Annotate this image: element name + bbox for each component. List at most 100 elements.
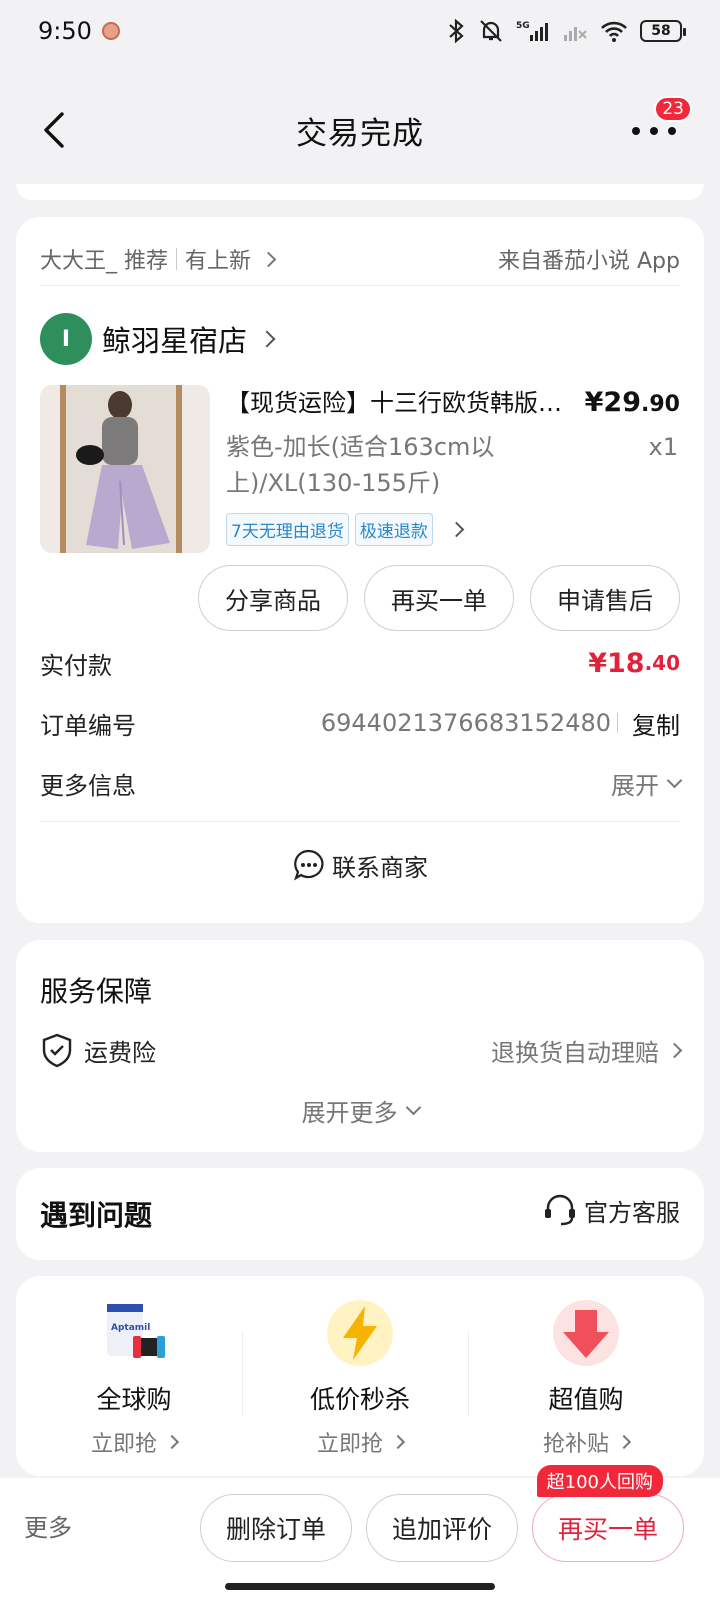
add-review-button[interactable]: 追加评价 bbox=[366, 1494, 518, 1562]
global-shopping-entry[interactable]: Aptamil 全球购 立即抢 bbox=[24, 1298, 244, 1458]
price-integer: ¥29 bbox=[584, 387, 642, 418]
bluetooth-icon bbox=[449, 18, 464, 44]
chevron-down-icon bbox=[666, 772, 683, 788]
return-tag: 7天无理由退货 bbox=[226, 513, 349, 546]
delete-order-button[interactable]: 删除订单 bbox=[200, 1494, 352, 1562]
price-decimal: .90 bbox=[641, 392, 680, 417]
order-actions: 分享商品 再买一单 申请售后 bbox=[198, 565, 680, 631]
headset-icon bbox=[545, 1194, 575, 1226]
product-image[interactable] bbox=[40, 385, 210, 553]
order-number: 6944021376683152480 bbox=[320, 709, 611, 737]
divider bbox=[468, 1332, 469, 1416]
chevron-right-icon bbox=[390, 1434, 406, 1450]
global-shopping-sub-label: 立即抢 bbox=[90, 1432, 157, 1457]
signal-icon: 5G bbox=[516, 21, 548, 41]
signal-2-icon bbox=[564, 27, 587, 41]
chevron-right-icon bbox=[164, 1434, 180, 1450]
paid-amount: ¥18.40 bbox=[588, 648, 680, 679]
shield-check-icon bbox=[42, 1033, 72, 1068]
product-spec: 紫色-加长(适合163cm以上)/XL(130-155斤) bbox=[226, 433, 495, 497]
shop-link[interactable]: I 鲸羽星宿店 bbox=[40, 313, 276, 365]
shop-logo: I bbox=[40, 313, 92, 365]
service-title: 服务保障 bbox=[40, 975, 153, 1008]
order-number-label: 订单编号 bbox=[40, 711, 136, 740]
page-title: 交易完成 bbox=[296, 115, 424, 152]
milk-can-icon: Aptamil bbox=[99, 1298, 169, 1368]
battery-icon: 58 bbox=[640, 20, 686, 42]
previous-card-edge bbox=[16, 184, 704, 200]
status-time: 9:50 bbox=[38, 17, 92, 45]
customer-service-label: 官方客服 bbox=[584, 1198, 680, 1227]
paid-decimal: .40 bbox=[644, 651, 680, 675]
flash-sale-sub: 立即抢 bbox=[316, 1426, 406, 1458]
message-count-badge: 23 bbox=[654, 96, 692, 122]
rebuy-button[interactable]: 再买一单 bbox=[364, 565, 514, 631]
product-price: ¥29.90 bbox=[585, 385, 680, 423]
svg-text:Aptamil: Aptamil bbox=[111, 1323, 150, 1333]
chevron-right-icon bbox=[448, 521, 465, 538]
shipping-insurance-label: 运费险 bbox=[84, 1038, 156, 1067]
product-quantity: x1 bbox=[648, 433, 678, 461]
shipping-insurance-desc: 退换货自动理赔 bbox=[491, 1038, 659, 1067]
chevron-right-icon bbox=[258, 330, 276, 348]
contact-seller-label: 联系商家 bbox=[332, 853, 428, 882]
paid-row: 实付款 ¥18.40 bbox=[40, 643, 680, 683]
shipping-insurance-row: 运费险 退换货自动理赔 bbox=[40, 1030, 683, 1070]
chevron-right-icon bbox=[260, 251, 277, 267]
rebuy-bottom-button[interactable]: 再买一单 超100人回购 bbox=[532, 1465, 684, 1562]
chat-bubble-icon bbox=[294, 849, 324, 881]
more-button[interactable]: 更多 bbox=[24, 1508, 72, 1543]
source-app-label: 来自番茄小说 App bbox=[498, 249, 680, 274]
flash-sale-title: 低价秒杀 bbox=[309, 1385, 410, 1414]
customer-service-button[interactable]: 官方客服 bbox=[542, 1192, 680, 1228]
expand-more-label: 展开更多 bbox=[301, 1098, 398, 1127]
after-sale-button[interactable]: 申请售后 bbox=[530, 565, 680, 631]
value-deal-entry[interactable]: 超值购 抢补贴 bbox=[476, 1298, 696, 1458]
shop-name: 鲸羽星宿店 bbox=[102, 324, 248, 358]
paid-label: 实付款 bbox=[40, 651, 112, 680]
service-card: 服务保障 运费险 退换货自动理赔 展开更多 bbox=[16, 940, 704, 1152]
recommender-name[interactable]: 大大王_ 推荐 bbox=[40, 243, 168, 275]
service-tags[interactable]: 7天无理由退货 极速退款 bbox=[226, 513, 465, 546]
rebuy-count-badge: 超100人回购 bbox=[536, 1465, 663, 1497]
divider bbox=[617, 713, 618, 733]
flash-sale-sub-label: 立即抢 bbox=[316, 1432, 383, 1457]
refund-tag: 极速退款 bbox=[354, 513, 433, 546]
copy-button[interactable]: 复制 bbox=[632, 706, 680, 741]
value-deal-title: 超值购 bbox=[548, 1385, 624, 1414]
expand-label: 展开 bbox=[611, 771, 659, 800]
shipping-insurance-link[interactable]: 退换货自动理赔 bbox=[491, 1033, 683, 1068]
chevron-right-icon bbox=[616, 1434, 632, 1450]
divider bbox=[40, 821, 680, 822]
flash-sale-entry[interactable]: 低价秒杀 立即抢 bbox=[250, 1298, 470, 1458]
order-number-row: 订单编号 6944021376683152480 复制 bbox=[40, 703, 680, 743]
problem-title: 遇到问题 bbox=[40, 1199, 153, 1232]
more-info-label: 更多信息 bbox=[40, 771, 136, 800]
more-info-row: 更多信息 展开 bbox=[40, 763, 683, 803]
expand-more-button[interactable]: 展开更多 bbox=[16, 1092, 704, 1128]
svg-text:5G: 5G bbox=[516, 21, 530, 31]
bottom-action-bar: 更多 删除订单 追加评价 再买一单 超100人回购 bbox=[0, 1465, 720, 1600]
value-deal-sub: 抢补贴 bbox=[543, 1426, 632, 1458]
new-arrivals-link[interactable]: 有上新 bbox=[185, 243, 251, 275]
chevron-right-icon bbox=[666, 1042, 683, 1058]
nav-bar: 交易完成 23 bbox=[0, 80, 720, 180]
share-product-button[interactable]: 分享商品 bbox=[198, 565, 348, 631]
lightning-icon bbox=[325, 1298, 395, 1368]
divider bbox=[242, 1332, 243, 1416]
paid-integer: ¥18 bbox=[588, 647, 645, 679]
problem-card: 遇到问题 官方客服 bbox=[16, 1168, 704, 1260]
wifi-icon bbox=[601, 21, 627, 42]
divider bbox=[176, 248, 177, 270]
promo-card: Aptamil 全球购 立即抢 低价秒杀 立即抢 超值购 抢补贴 bbox=[16, 1276, 704, 1476]
rebuy-bottom-label: 再买一单 bbox=[557, 1515, 658, 1544]
down-arrow-icon bbox=[551, 1298, 621, 1368]
status-bar: 9:50 5G 58 bbox=[0, 0, 720, 62]
divider bbox=[40, 285, 680, 286]
expand-button[interactable]: 展开 bbox=[611, 766, 683, 801]
contact-seller-button[interactable]: 联系商家 bbox=[16, 839, 704, 891]
back-icon[interactable] bbox=[36, 110, 76, 150]
home-indicator[interactable] bbox=[225, 1583, 495, 1590]
product-title[interactable]: 【现货运险】十三行欧货韩版紫色阔腿裤 bbox=[226, 385, 572, 421]
status-icons: 5G 58 bbox=[446, 18, 686, 44]
